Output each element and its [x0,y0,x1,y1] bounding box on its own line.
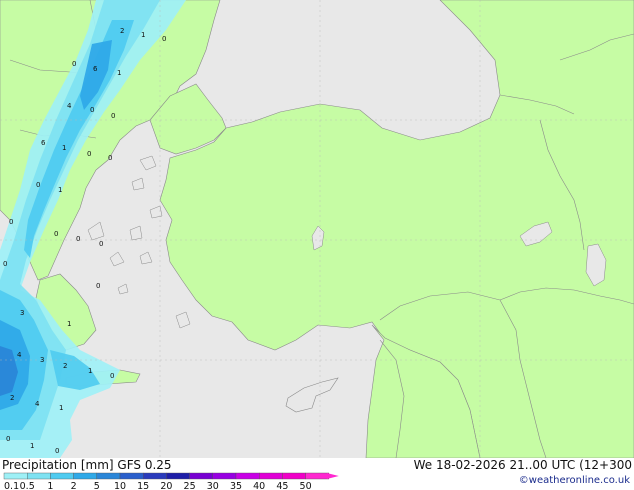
precip-value-label: 1 [58,186,62,194]
precip-value-label: 0 [9,218,13,226]
color-scale-box [282,472,306,480]
color-scale-box [235,472,260,480]
color-scale-boxes [3,472,339,480]
color-scale-arrow [326,473,339,479]
color-scale-box [166,472,190,480]
color-scale-box [27,472,51,480]
precip-value-label: 4 [17,351,22,359]
credit-link[interactable]: ©weatheronline.co.uk [519,475,630,486]
color-scale-tick-label: 0.5 [20,481,35,490]
precip-value-label: 0 [72,60,76,68]
color-scale-tick-label: 30 [207,481,219,490]
precip-value-label: 0 [55,447,59,455]
color-scale-tick-label: 15 [137,481,149,490]
precip-value-label: 0 [96,282,100,290]
precip-value-label: 3 [20,309,24,317]
precip-value-label: 0 [3,260,7,268]
color-scale-tick-label: 2 [71,481,77,490]
color-scale-tick-label: 1 [47,481,53,490]
valid-time: We 18-02-2026 21..00 UTC (12+300 [413,458,632,472]
color-scale-tick-label: 20 [160,481,172,490]
precip-value-label: 4 [35,400,40,408]
precip-value-label: 1 [30,442,34,450]
precip-value-label: 0 [162,35,166,43]
color-scale-box [189,472,214,480]
model-label: GFS 0.25 [117,458,172,472]
precip-value-label: 2 [10,394,14,402]
precip-value-label: 0 [111,112,115,120]
variable-label: Precipitation [mm] [2,458,114,472]
precip-value-label: 0 [6,435,10,443]
precip-value-label: 0 [76,235,80,243]
color-scale-tick-label: 5 [94,481,100,490]
color-scale-box [212,472,237,480]
color-scale-box [73,472,97,480]
color-scale-ticks: 0.1 0.5 1 2 5 10 15 20 25 30 35 40 45 50 [4,481,312,490]
precip-value-label: 2 [120,27,124,35]
weather-map-frame: 2100614006100010000003143210241010 Preci… [0,0,634,490]
color-scale-tick-label: 25 [184,481,196,490]
color-scale-box [119,472,144,480]
precip-value-label: 0 [90,106,94,114]
precipitation-map: 2 1 0 0 6 1 4 0 0 6 1 0 0 0 1 0 0 0 0 0 0 3 1 4 3 2 1 0 2 4 1 0 1 0 [0,0,634,458]
color-scale-tick-label: 45 [276,481,288,490]
precip-value-label: 0 [54,230,58,238]
map-title: Precipitation [mm] GFS 0.25 [2,458,172,472]
map-footer: Precipitation [mm] GFS 0.25 We 18-02-202… [0,458,634,490]
precip-value-label: 0 [99,240,103,248]
precip-value-label: 0 [110,372,114,380]
precip-value-label: 3 [40,356,44,364]
color-scale-box [96,472,121,480]
color-scale-box [305,472,330,480]
precip-value-label: 0 [87,150,91,158]
color-scale: 0.1 0.5 1 2 5 10 15 20 25 30 35 40 45 50 [3,472,339,490]
color-scale-box [50,472,74,480]
precip-value-label: 0 [36,181,40,189]
precip-value-label: 1 [141,31,145,39]
precip-value-label: 1 [67,320,71,328]
precip-value-label: 1 [117,69,121,77]
precip-value-label: 4 [67,102,72,110]
precip-value-label: 2 [63,362,67,370]
color-scale-box [142,472,167,480]
precip-value-label: 1 [88,367,92,375]
color-scale-tick-label: 10 [114,481,126,490]
precip-value-label: 0 [108,154,112,162]
color-scale-tick-label: 0.1 [4,481,19,490]
precip-value-label: 1 [62,144,66,152]
color-scale-tick-label: 50 [300,481,312,490]
color-scale-tick-label: 35 [230,481,242,490]
precip-value-label: 6 [93,65,98,73]
color-scale-tick-label: 40 [253,481,265,490]
color-scale-box [3,472,28,480]
precip-value-label: 1 [59,404,63,412]
precip-value-label: 6 [41,139,46,147]
color-scale-box [259,472,283,480]
